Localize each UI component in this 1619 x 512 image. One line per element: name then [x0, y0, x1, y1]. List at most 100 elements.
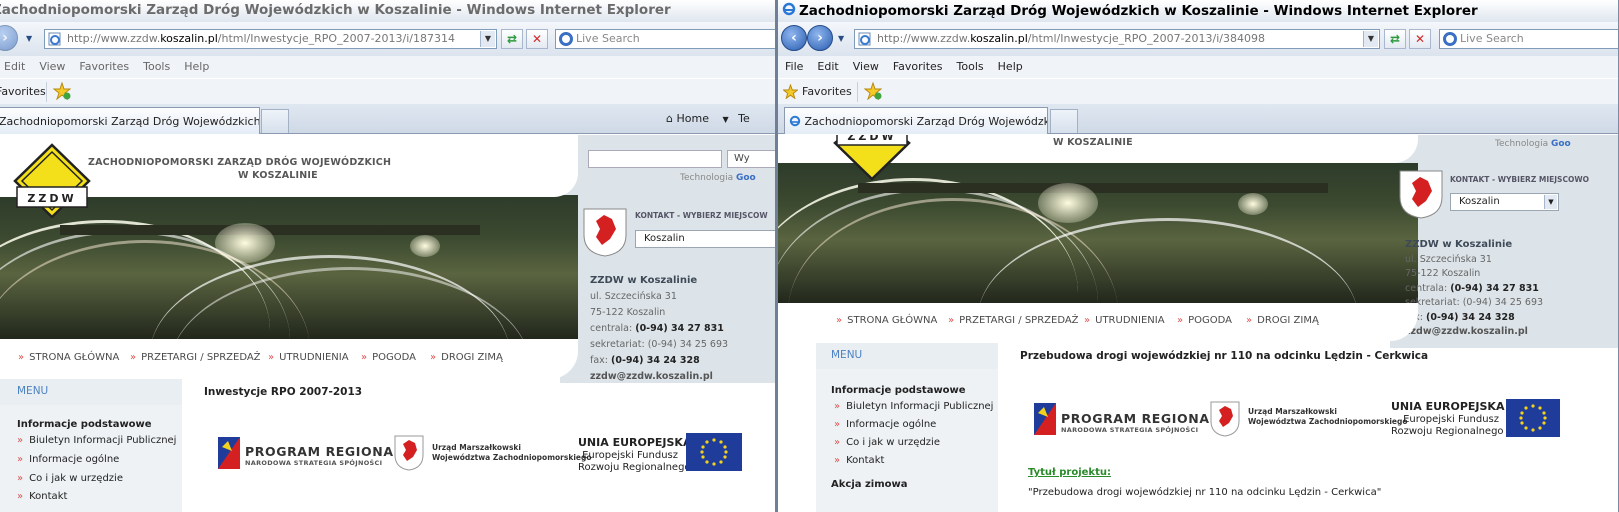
page-icon [48, 32, 62, 46]
address-dropdown-icon[interactable]: ▼ [480, 31, 495, 47]
stop-button[interactable]: ✕ [1409, 29, 1431, 49]
search-input[interactable]: Live Search [1439, 29, 1618, 49]
chevron-down-icon[interactable]: ▼ [722, 115, 728, 124]
new-tab-button[interactable] [1050, 109, 1078, 133]
menu-section-label: Informacje podstawowe [831, 385, 966, 396]
window-title: Zachodniopomorski Zarząd Dróg Wojewódzki… [778, 0, 1618, 22]
eu-logo-strip: PROGRAM REGIONALNY NARODOWA STRATEGIA SPÓ… [218, 433, 775, 475]
contact-centrala: centrala: (0-94) 34 27 831 [590, 323, 724, 334]
address-dropdown-icon[interactable]: ▼ [1363, 31, 1378, 47]
contact-email[interactable]: zzdw@zzdw.koszalin.pl [1405, 325, 1543, 340]
refresh-button[interactable]: ⇄ [501, 29, 523, 49]
menu-item-bip[interactable]: » Biuletyn Informacji Publicznej [17, 435, 176, 446]
menu-item-bip[interactable]: » Biuletyn Informacji Publicznej [834, 401, 993, 412]
project-title-label: Tytuł projektu: [1028, 467, 1111, 478]
add-favorite-icon[interactable] [863, 81, 883, 103]
nav-drogi-zima[interactable]: » DROGI ZIMĄ [430, 352, 503, 363]
back-button[interactable]: ‹ [781, 25, 807, 51]
location-select[interactable]: Koszalin [635, 230, 775, 248]
menu-file[interactable]: File [785, 60, 803, 73]
menu-item-informacje[interactable]: » Informacje ogólne [17, 454, 119, 465]
menu-tools[interactable]: Tools [143, 60, 170, 73]
menu-tools[interactable]: Tools [957, 60, 984, 73]
header-photo [778, 163, 1418, 303]
kontakt-label: KONTAKT - WYBIERZ MIEJSCOWO [1450, 175, 1589, 184]
menu-item-kontakt[interactable]: » Kontakt [17, 491, 67, 502]
nav-strona-glowna[interactable]: » STRONA GŁÓWNA [836, 315, 937, 326]
favorites-bar: Favorites [778, 78, 1618, 104]
ue-label: UNIA EUROPEJSKA Europejski Fundusz Rozwoju… [578, 436, 692, 474]
menu-item-kontakt[interactable]: » Kontakt [834, 455, 884, 466]
menu-help[interactable]: Help [998, 60, 1023, 73]
new-tab-button[interactable] [261, 109, 289, 133]
ue-label: UNIA EUROPEJSKA Europejski Fundusz Rozwoju… [1391, 400, 1505, 438]
left-browser-window: Zachodniopomorski Zarząd Dróg Wojewódzki… [0, 0, 776, 512]
forward-button[interactable]: › [807, 25, 833, 51]
search-input[interactable]: Live Search [555, 29, 775, 49]
url-domain: koszalin.pl [970, 32, 1028, 45]
add-favorite-icon[interactable] [52, 81, 72, 103]
url-domain: koszalin.pl [160, 32, 218, 45]
contact-name: ZZDW w Koszalinie [1405, 239, 1513, 250]
contact-email[interactable]: zzdw@zzdw.koszalin.pl [590, 369, 728, 385]
nav-utrudnienia[interactable]: » UTRUDNIENIA [268, 352, 349, 363]
menu-heading: MENU [0, 379, 182, 405]
contact-city: 75-122 Koszalin [590, 307, 666, 318]
history-dropdown-icon[interactable]: ▼ [26, 34, 32, 43]
nav-utrudnienia[interactable]: » UTRUDNIENIA [1084, 315, 1165, 326]
site-search-button[interactable]: Wy [727, 150, 775, 168]
urzad-label: Urząd Marszałkowski Województwa Zachodnio… [1248, 407, 1408, 426]
contact-fax: fax: (0-94) 34 24 328 [1405, 311, 1515, 323]
contact-block: ZZDW w Koszalinie ul. Szczecińska 31 75-… [1405, 238, 1543, 340]
stop-button[interactable]: ✕ [526, 29, 548, 49]
contact-street: ul. Szczecińska 31 [1405, 253, 1492, 265]
menu-item-co-i-jak[interactable]: » Co i jak w urzędzie [17, 473, 123, 484]
address-toolbar: ‹ › ▼ http://www.zzdw.koszalin.pl/html/I… [778, 22, 1618, 56]
history-dropdown-icon[interactable]: ▼ [838, 34, 844, 43]
favorites-button[interactable]: Favorites [0, 85, 46, 98]
address-bar[interactable]: http://www.zzdw.koszalin.pl/html/Inwesty… [44, 29, 497, 49]
nav-przetargi[interactable]: » PRZETARGI / SPRZEDAŻ [130, 352, 261, 363]
google-technology-label: Technologia Goo [680, 173, 756, 183]
main-nav: » STRONA GŁÓWNA » PRZETARGI / SPRZEDAŻ » UT… [0, 339, 578, 379]
urzad-griffin-icon [394, 435, 424, 471]
contact-city: 75-122 Koszalin [1405, 268, 1481, 279]
nav-pogoda[interactable]: » POGODA [1177, 315, 1232, 326]
home-icon: ⌂ [666, 112, 673, 125]
page-title: Inwestycje RPO 2007-2013 [204, 386, 363, 398]
tab-active[interactable]: Zachodniopomorski Zarząd Dróg Wojewódzki… [0, 107, 260, 134]
menu-view[interactable]: View [39, 60, 65, 73]
web-page: ZZDW W KOSZALINIE Technologia Goo KONTAK… [778, 135, 1618, 512]
logo-text: ZZDW [27, 192, 77, 205]
menu-edit[interactable]: Edit [4, 60, 25, 73]
site-search-input[interactable] [588, 150, 722, 168]
refresh-button[interactable]: ⇄ [1384, 29, 1406, 49]
toolbar-separator [857, 82, 858, 102]
location-select[interactable]: Koszalin ▼ [1450, 193, 1559, 211]
menu-bar: Edit View Favorites Tools Help [0, 56, 775, 78]
menu-item-co-i-jak[interactable]: » Co i jak w urzędzie [834, 437, 940, 448]
zzdw-logo[interactable]: ZZDW [13, 143, 91, 219]
nav-drogi-zima[interactable]: » DROGI ZIMĄ [1246, 315, 1319, 326]
menu-heading: MENU [816, 343, 998, 369]
logo-text: ZZDW [847, 135, 897, 143]
menu-favorites[interactable]: Favorites [893, 60, 943, 73]
address-bar[interactable]: http://www.zzdw.koszalin.pl/html/Inwesty… [854, 29, 1380, 49]
eu-flag-icon [1506, 399, 1560, 437]
nav-pogoda[interactable]: » POGODA [361, 352, 416, 363]
favorites-button[interactable]: Favorites [802, 85, 852, 98]
nav-strona-glowna[interactable]: » STRONA GŁÓWNA [18, 352, 119, 363]
home-button[interactable]: ⌂ Home ▼ Te [666, 112, 750, 125]
zzdw-logo[interactable]: ZZDW [833, 135, 911, 183]
address-toolbar: › ▼ http://www.zzdw.koszalin.pl/html/Inw… [0, 22, 775, 56]
menu-item-informacje[interactable]: » Informacje ogólne [834, 419, 936, 430]
menu-edit[interactable]: Edit [817, 60, 838, 73]
nav-przetargi[interactable]: » PRZETARGI / SPRZEDAŻ [948, 315, 1079, 326]
menu-favorites[interactable]: Favorites [79, 60, 129, 73]
menu-view[interactable]: View [853, 60, 879, 73]
favorites-star-icon [782, 83, 799, 102]
menu-help[interactable]: Help [184, 60, 209, 73]
forward-button[interactable]: › [0, 25, 18, 51]
tab-active[interactable]: Zachodniopomorski Zarząd Dróg Wojewódzki… [784, 107, 1048, 134]
right-browser-window: Zachodniopomorski Zarząd Dróg Wojewódzki… [778, 0, 1619, 512]
